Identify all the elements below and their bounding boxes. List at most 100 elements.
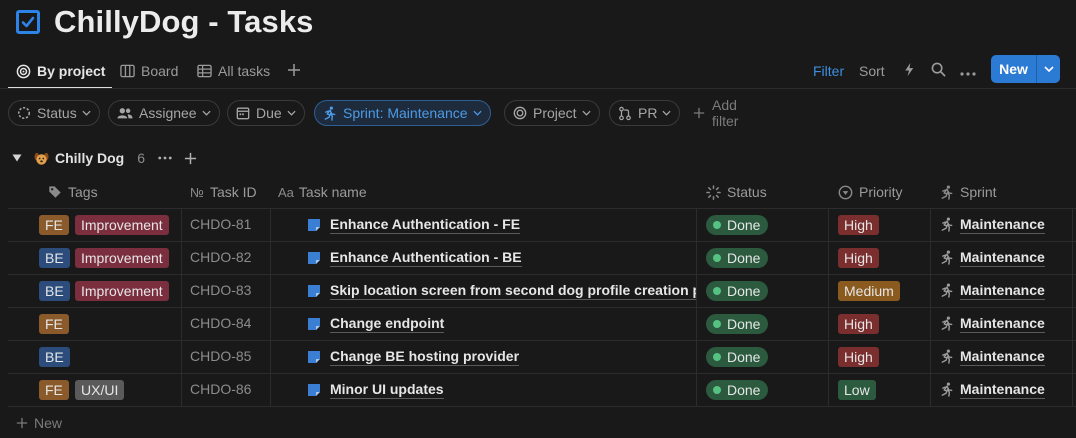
add-view-button[interactable] — [287, 59, 301, 83]
task-name-cell[interactable]: Change endpoint — [307, 307, 696, 340]
sprint-link[interactable]: Maintenance — [960, 348, 1045, 366]
column-header-task-id[interactable]: № Task ID — [190, 176, 257, 208]
filter-chip-project[interactable]: Project — [504, 100, 600, 126]
sprint-cell[interactable]: Maintenance — [940, 208, 1045, 241]
task-name[interactable]: Change BE hosting provider — [330, 348, 520, 366]
filter-chip-due[interactable]: Due — [227, 100, 305, 126]
lightning-icon — [903, 62, 915, 80]
tag-badge: Improvement — [75, 281, 169, 301]
task-name[interactable]: Enhance Authentication - FE — [330, 216, 521, 234]
ellipsis-icon[interactable] — [158, 156, 172, 160]
status-badge: Done — [706, 380, 769, 400]
task-name-cell[interactable]: Skip location screen from second dog pro… — [307, 274, 696, 307]
column-header-label: Sprint — [960, 184, 997, 200]
priority-badge: Medium — [838, 281, 900, 301]
priority-badge: High — [838, 314, 879, 334]
task-name[interactable]: Skip location screen from second dog pro… — [330, 282, 696, 300]
runner-icon — [323, 105, 337, 121]
filter-chip-pr[interactable]: PR — [609, 100, 681, 126]
group-name[interactable]: Chilly Dog — [55, 150, 124, 166]
table-row[interactable]: FE UX/UI CHDO-86 Minor UI updates Done L… — [0, 373, 1076, 406]
chevron-down-icon[interactable] — [1037, 66, 1060, 72]
chevron-down-icon — [82, 110, 91, 116]
status-dot — [713, 254, 721, 262]
filter-chip-status[interactable]: Status — [8, 100, 100, 126]
tab-board[interactable]: Board — [120, 59, 178, 83]
filter-button[interactable]: Filter — [813, 59, 844, 83]
sprint-link[interactable]: Maintenance — [960, 315, 1045, 333]
status-label: Done — [727, 217, 761, 233]
collapse-triangle-icon[interactable] — [12, 154, 22, 162]
column-header-task-name[interactable]: Aa Task name — [278, 176, 367, 208]
search-icon — [931, 62, 946, 80]
table-row[interactable]: FE Improvement CHDO-81 Enhance Authentic… — [0, 208, 1076, 241]
board-icon — [120, 64, 135, 78]
filter-chip-label: PR — [638, 105, 658, 121]
tab-label: By project — [37, 63, 106, 79]
sprint-cell[interactable]: Maintenance — [940, 241, 1045, 274]
column-header-label: Tags — [68, 184, 98, 200]
sprint-link[interactable]: Maintenance — [960, 216, 1045, 234]
tag-badge: BE — [39, 281, 70, 301]
sprint-cell[interactable]: Maintenance — [940, 307, 1045, 340]
task-name-cell[interactable]: Minor UI updates — [307, 373, 696, 406]
column-header-status[interactable]: Status — [706, 176, 767, 208]
filter-chip-label: Project — [533, 105, 577, 121]
page-title: ChillyDog - Tasks — [54, 4, 314, 39]
sort-button[interactable]: Sort — [859, 59, 885, 83]
status-badge: Done — [706, 281, 769, 301]
status-dot — [713, 386, 721, 394]
table-row[interactable]: BE Improvement CHDO-82 Enhance Authentic… — [0, 241, 1076, 274]
add-filter-button[interactable]: Add filter — [693, 97, 738, 129]
task-name[interactable]: Enhance Authentication - BE — [330, 249, 522, 267]
number-sign-icon: № — [190, 184, 204, 200]
task-name-cell[interactable]: Enhance Authentication - FE — [307, 208, 696, 241]
document-icon — [307, 383, 321, 397]
task-id: CHDO-82 — [190, 249, 252, 265]
tag-badge: Improvement — [75, 248, 169, 268]
tag-icon — [48, 185, 62, 199]
sprint-cell[interactable]: Maintenance — [940, 274, 1045, 307]
new-button[interactable]: New — [991, 55, 1060, 83]
task-id: CHDO-83 — [190, 282, 252, 298]
sprint-link[interactable]: Maintenance — [960, 282, 1045, 300]
table-row[interactable]: BE CHDO-85 Change BE hosting provider Do… — [0, 340, 1076, 373]
row-divider — [8, 406, 1076, 407]
add-row-button[interactable]: New — [16, 414, 62, 432]
target-icon — [513, 106, 527, 120]
table-row[interactable]: BE Improvement CHDO-83 Skip location scr… — [0, 274, 1076, 307]
column-header-sprint[interactable]: Sprint — [940, 176, 997, 208]
filter-chip-sprint[interactable]: Sprint: Maintenance — [314, 100, 491, 126]
runner-icon — [940, 316, 954, 331]
tab-all-tasks[interactable]: All tasks — [197, 59, 270, 83]
sprint-link[interactable]: Maintenance — [960, 249, 1045, 267]
task-name[interactable]: Minor UI updates — [330, 381, 444, 399]
chevron-down-icon — [202, 110, 211, 116]
table-row[interactable]: FE CHDO-84 Change endpoint Done High Mai… — [0, 307, 1076, 340]
task-name[interactable]: Change endpoint — [330, 315, 445, 333]
add-row-label: New — [34, 415, 63, 431]
table-icon — [197, 64, 212, 78]
tab-by-project[interactable]: By project — [16, 59, 105, 83]
priority-badge: High — [838, 215, 879, 235]
task-id: CHDO-81 — [190, 216, 252, 232]
column-header-label: Priority — [859, 184, 903, 200]
priority-badge: Low — [838, 380, 876, 400]
task-name-cell[interactable]: Change BE hosting provider — [307, 340, 696, 373]
more-button[interactable] — [960, 59, 976, 83]
column-header-tags[interactable]: Tags — [48, 176, 98, 208]
task-name-cell[interactable]: Enhance Authentication - BE — [307, 241, 696, 274]
sprint-cell[interactable]: Maintenance — [940, 340, 1045, 373]
filter-chip-label: Status — [37, 105, 77, 121]
column-header-label: Task name — [298, 184, 367, 200]
plus-icon[interactable] — [184, 152, 197, 165]
search-button[interactable] — [931, 59, 946, 83]
column-header-priority[interactable]: Priority — [838, 176, 903, 208]
table-header: Tags № Task ID Aa Task name Status Prior… — [0, 176, 1076, 208]
filter-chip-assignee[interactable]: Assignee — [108, 100, 220, 126]
automation-button[interactable] — [903, 59, 915, 83]
column-header-label: Task ID — [209, 184, 257, 200]
sprint-cell[interactable]: Maintenance — [940, 373, 1045, 406]
sprint-link[interactable]: Maintenance — [960, 381, 1045, 399]
tab-label: All tasks — [218, 63, 271, 79]
